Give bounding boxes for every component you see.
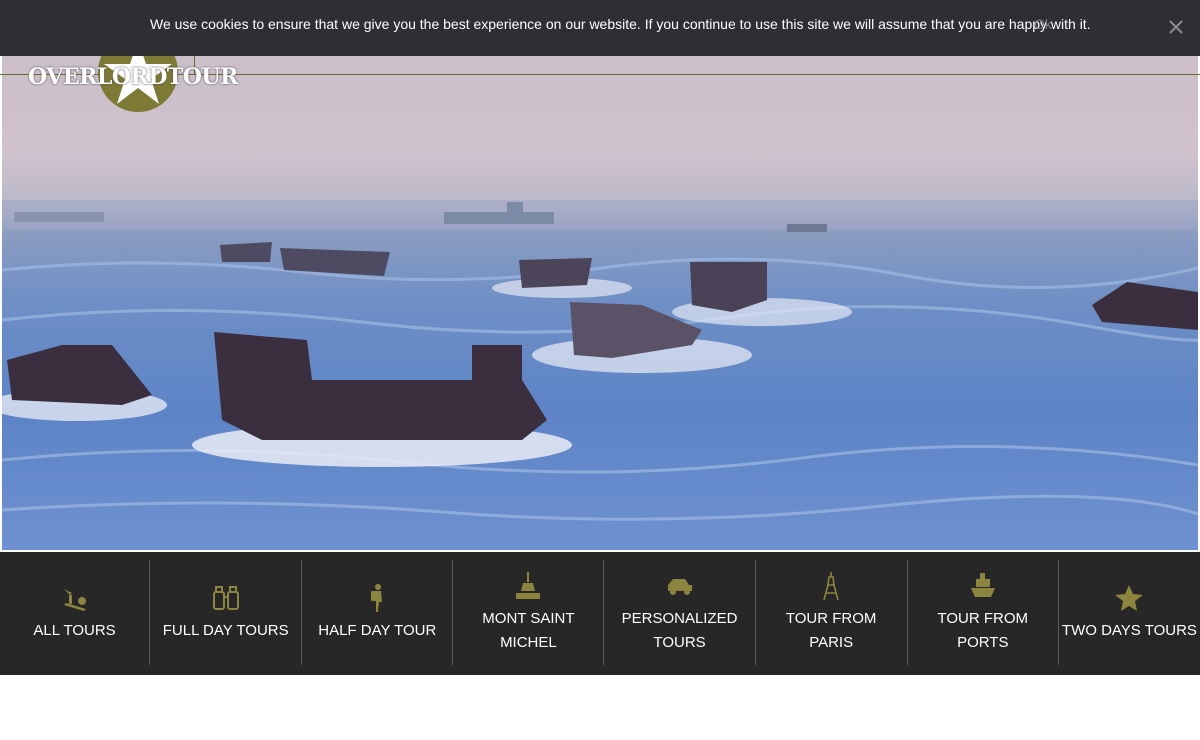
tour-item-tour-from-ports[interactable]: TOUR FROM PORTS [906, 560, 1058, 665]
tour-item-personalized-tours[interactable]: PERSONALIZED TOURS [603, 560, 754, 665]
cruise-ship-icon [970, 572, 995, 597]
logo-text: OVERLORDTOUR [28, 64, 238, 90]
tour-item-full-day-tours[interactable]: FULL DAY TOURS [149, 560, 301, 665]
eiffel-tower-icon [823, 571, 839, 600]
tour-item-tour-from-paris[interactable]: TOUR FROM PARIS [754, 560, 907, 665]
cookie-ok-button[interactable]: Ok [1034, 16, 1052, 32]
binoculars-icon [212, 585, 239, 610]
close-icon[interactable] [1167, 18, 1185, 36]
hiker-icon [371, 583, 383, 612]
cookie-notice: We use cookies to ensure that we give yo… [0, 0, 1200, 56]
tour-label: ALL TOURS [33, 621, 116, 639]
tour-item-mont-saint-michel[interactable]: MONT SAINT MICHEL [452, 560, 603, 665]
scooter-icon [63, 588, 86, 611]
tour-label: HALF DAY TOUR [318, 621, 437, 639]
jeep-icon [667, 578, 692, 595]
tour-item-all-tours[interactable]: ALL TOURS [0, 560, 149, 665]
tour-label: PERSONALIZED TOURS [621, 609, 738, 651]
tour-item-half-day-tour[interactable]: HALF DAY TOUR [301, 560, 452, 665]
tour-label: TOUR FROM PORTS [937, 609, 1029, 651]
star-icon [1115, 584, 1144, 611]
cookie-message: We use cookies to ensure that we give yo… [150, 16, 1091, 32]
abbey-icon [516, 571, 541, 599]
hero-banner: OVERLORDTOUR [0, 0, 1200, 552]
tour-label: FULL DAY TOURS [162, 621, 289, 639]
tour-category-nav: ALL TOURS FULL DAY TOURS HALF DAY TOUR M… [0, 552, 1200, 675]
tour-label: TOUR FROM PARIS [785, 609, 877, 651]
tour-label: TWO DAYS TOURS [1061, 621, 1197, 639]
tour-item-two-days-tours[interactable]: TWO DAYS TOURS [1057, 560, 1200, 665]
tour-label: MONT SAINT MICHEL [482, 609, 575, 651]
